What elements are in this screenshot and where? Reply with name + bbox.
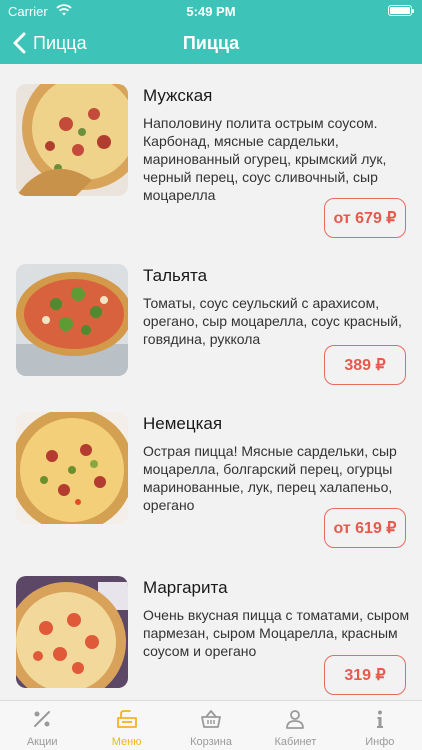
header: Carrier 5:49 PM Пицца Пицца bbox=[0, 0, 422, 64]
tab-promotions[interactable]: Акции bbox=[0, 701, 84, 750]
tab-account[interactable]: Кабинет bbox=[253, 701, 337, 750]
status-bar: Carrier 5:49 PM bbox=[0, 0, 422, 22]
item-description: Томаты, соус сеульский с арахисом, орега… bbox=[143, 295, 402, 347]
user-icon bbox=[286, 710, 305, 729]
item-description: Очень вкусная пицца с томатами, сыром па… bbox=[143, 607, 410, 659]
basket-icon bbox=[201, 710, 221, 728]
tab-label: Корзина bbox=[190, 736, 232, 748]
item-name: Тальята bbox=[143, 266, 208, 285]
pizza-image bbox=[16, 84, 128, 196]
menu-bag-icon bbox=[116, 710, 137, 728]
chevron-left-icon bbox=[13, 32, 26, 54]
list-item[interactable]: Маргарита Очень вкусная пицца с томатами… bbox=[0, 576, 422, 700]
pizza-image bbox=[16, 264, 128, 376]
percent-icon bbox=[34, 711, 51, 727]
price-button[interactable]: 389 ₽ bbox=[324, 345, 406, 385]
battery-icon bbox=[388, 5, 414, 16]
list-item[interactable]: Тальята Томаты, соус сеульский с арахисо… bbox=[0, 264, 422, 404]
tab-bar: Акции Меню Корзина Кабинет Инфо bbox=[0, 700, 422, 750]
tab-label: Кабинет bbox=[274, 736, 317, 748]
item-description: Наполовину полита острым соусом. Карбона… bbox=[143, 115, 387, 203]
info-icon bbox=[376, 710, 383, 728]
item-name: Немецкая bbox=[143, 414, 223, 433]
item-name: Маргарита bbox=[143, 578, 228, 597]
tab-label: Акции bbox=[26, 736, 58, 748]
tab-label: Инфо bbox=[365, 736, 395, 748]
pizza-image bbox=[16, 576, 128, 688]
price-button[interactable]: от 619 ₽ bbox=[324, 508, 406, 548]
tab-info[interactable]: Инфо bbox=[338, 701, 422, 750]
list-item[interactable]: Мужская Наполовину полита острым соусом.… bbox=[0, 84, 422, 238]
price-button[interactable]: от 679 ₽ bbox=[324, 198, 406, 238]
item-name: Мужская bbox=[143, 86, 213, 105]
tab-label: Меню bbox=[111, 736, 142, 748]
clock: 5:49 PM bbox=[186, 4, 236, 19]
back-label: Пицца bbox=[33, 32, 87, 53]
item-description: Острая пицца! Мясные сардельки, сыр моца… bbox=[143, 443, 397, 513]
product-list[interactable]: Мужская Наполовину полита острым соусом.… bbox=[0, 64, 422, 700]
tab-cart[interactable]: Корзина bbox=[169, 701, 253, 750]
price-button[interactable]: 319 ₽ bbox=[324, 655, 406, 695]
pizza-image bbox=[16, 412, 128, 524]
back-button[interactable]: Пицца bbox=[10, 30, 87, 56]
list-item[interactable]: Немецкая Острая пицца! Мясные сардельки,… bbox=[0, 412, 422, 562]
tab-menu[interactable]: Меню bbox=[84, 701, 168, 750]
